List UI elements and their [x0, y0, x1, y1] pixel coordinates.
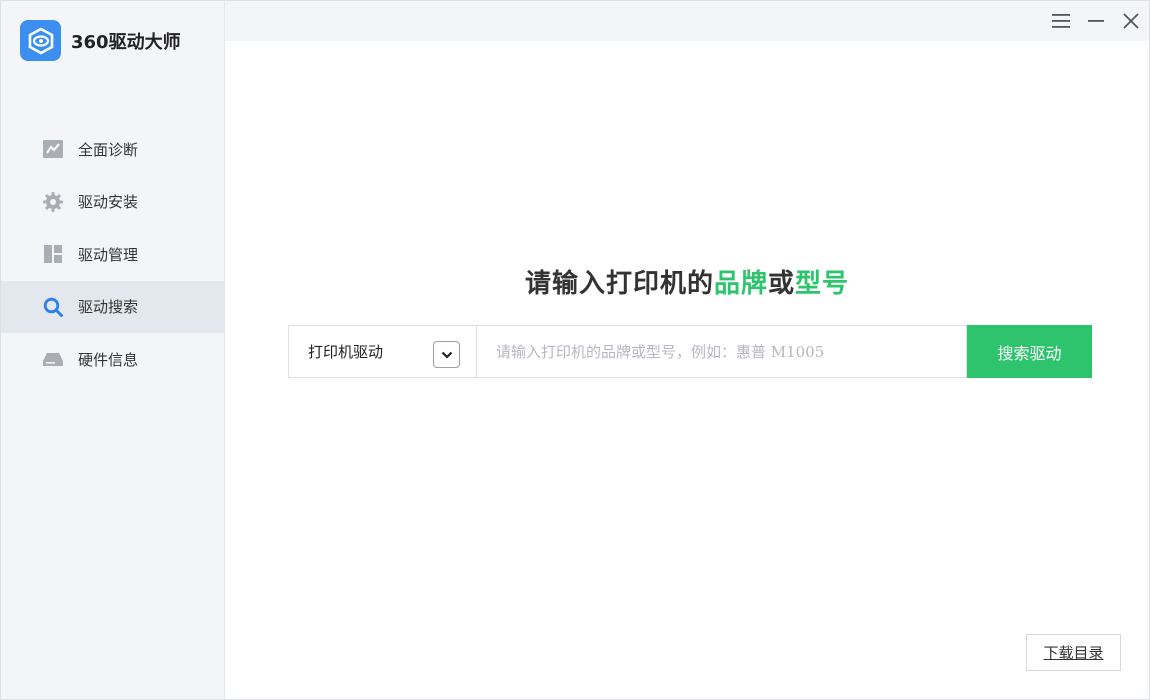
- sidebar-item-full-diagnosis[interactable]: 全面诊断: [1, 123, 224, 176]
- driver-type-select[interactable]: 打印机驱动: [288, 325, 476, 378]
- grid-icon: [42, 243, 64, 265]
- brand: 360驱动大师: [20, 20, 181, 61]
- close-icon[interactable]: [1119, 9, 1143, 33]
- download-catalog-button[interactable]: 下载目录: [1026, 634, 1121, 671]
- sidebar-item-driver-manage[interactable]: 驱动管理: [1, 228, 224, 281]
- driver-type-value: 打印机驱动: [308, 343, 384, 361]
- chevron-down-icon[interactable]: [433, 341, 460, 368]
- sidebar-item-label: 硬件信息: [78, 350, 139, 369]
- sidebar-item-label: 驱动搜索: [78, 298, 139, 317]
- sidebar-item-label: 驱动管理: [78, 245, 139, 264]
- search-input[interactable]: [476, 325, 967, 378]
- sidebar-item-hardware-info[interactable]: 硬件信息: [1, 333, 224, 386]
- app-title: 360驱动大师: [71, 31, 181, 53]
- drive-icon: [42, 348, 64, 370]
- headline-or: 或: [768, 269, 796, 299]
- headline-model: 型号: [795, 269, 850, 299]
- chart-icon: [42, 138, 64, 160]
- search-icon: [42, 296, 64, 318]
- search-driver-button[interactable]: 搜索驱动: [967, 325, 1092, 378]
- sidebar: 360驱动大师 全面诊断 驱动安装 驱动管理 驱动搜索 硬件信息: [1, 1, 225, 699]
- sidebar-item-label: 全面诊断: [78, 140, 139, 159]
- app-logo-icon: [20, 20, 61, 61]
- sidebar-item-driver-search[interactable]: 驱动搜索: [1, 280, 224, 333]
- titlebar: [225, 1, 1149, 41]
- search-bar: 打印机驱动 搜索驱动: [288, 325, 1092, 378]
- minimize-icon[interactable]: [1084, 9, 1108, 33]
- sidebar-item-driver-install[interactable]: 驱动安装: [1, 176, 224, 229]
- gear-icon: [42, 191, 64, 213]
- sidebar-nav: 全面诊断 驱动安装 驱动管理 驱动搜索 硬件信息: [1, 123, 224, 386]
- headline-brand: 品牌: [713, 269, 768, 299]
- app-window: 360驱动大师 全面诊断 驱动安装 驱动管理 驱动搜索 硬件信息 请输入打印机的…: [0, 0, 1150, 700]
- menu-icon[interactable]: [1049, 9, 1073, 33]
- sidebar-item-label: 驱动安装: [78, 193, 139, 212]
- page-headline: 请输入打印机的品牌或型号: [225, 263, 1149, 300]
- headline-prefix: 请输入打印机的: [524, 269, 714, 299]
